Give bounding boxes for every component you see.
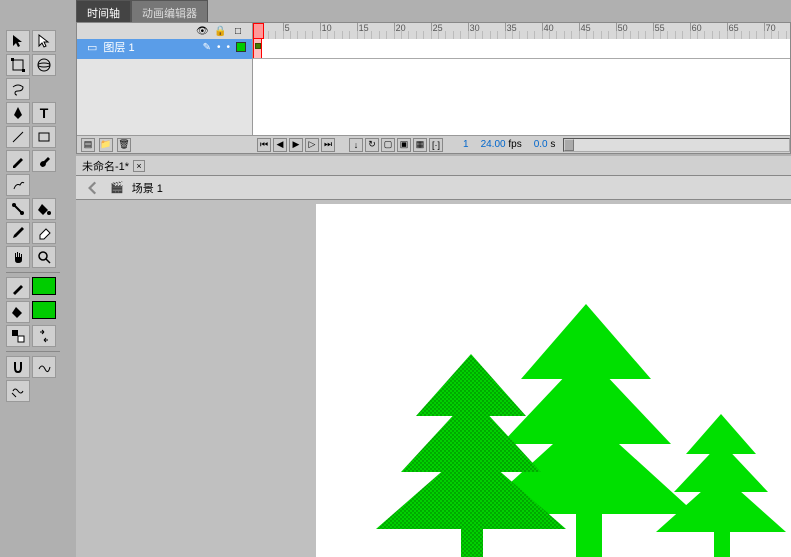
close-document-button[interactable]: × — [133, 160, 145, 172]
ruler-tick: 35 — [505, 23, 517, 39]
fps-value: 24.00 — [481, 139, 506, 150]
ruler-tick: 15 — [357, 23, 369, 39]
smooth-tool[interactable] — [32, 356, 56, 378]
document-tab-bar: 未命名-1* × — [76, 156, 791, 176]
tree-shape-front[interactable] — [376, 354, 566, 557]
black-white-tool[interactable] — [6, 325, 30, 347]
document-tab[interactable]: 未命名-1* — [82, 158, 129, 174]
timeline-scrollbar[interactable] — [563, 138, 790, 152]
lock-icon[interactable]: 🔒 — [214, 26, 226, 37]
tab-timeline[interactable]: 时间轴 — [76, 0, 131, 22]
play-button[interactable]: ▶ — [289, 138, 303, 152]
paint-bucket-tool[interactable] — [32, 198, 56, 220]
visibility-icon[interactable]: 👁 — [196, 26, 208, 37]
delete-layer-button[interactable]: 🗑 — [117, 138, 131, 152]
fill-color-swatch[interactable] — [32, 301, 56, 319]
ruler-tick: 50 — [616, 23, 628, 39]
prev-frame-button[interactable]: ◀ — [273, 138, 287, 152]
scene-name[interactable]: 场景 1 — [132, 180, 163, 196]
ruler-tick: 65 — [727, 23, 739, 39]
layer-frames[interactable] — [253, 39, 790, 59]
layer-name-label: 图层 1 — [103, 39, 134, 55]
ruler-tick: 70 — [764, 23, 776, 39]
stroke-color-icon[interactable] — [6, 277, 30, 299]
bone-tool[interactable] — [6, 198, 30, 220]
ruler-tick: 40 — [542, 23, 554, 39]
ruler-tick: 20 — [394, 23, 406, 39]
ruler-tick: 45 — [579, 23, 591, 39]
pen-tool[interactable] — [6, 102, 30, 124]
marker-button[interactable]: [·] — [429, 138, 443, 152]
new-layer-button[interactable]: ▤ — [81, 138, 95, 152]
ruler-tick: 10 — [320, 23, 332, 39]
line-tool[interactable] — [6, 126, 30, 148]
subselection-tool[interactable] — [32, 30, 56, 52]
hand-tool[interactable] — [6, 246, 30, 268]
first-frame-button[interactable]: ⏮ — [257, 138, 271, 152]
eraser-tool[interactable] — [32, 222, 56, 244]
onion-skin-button[interactable]: ▢ — [381, 138, 395, 152]
stage-area[interactable] — [76, 200, 791, 557]
timeline-footer: ▤ 📁 🗑 ⏮ ◀ ▶ ▷ ⏭ ↓ ↻ ▢ ▣ ▦ [·] 1 24.00 fp… — [77, 135, 790, 153]
layer-outline-box[interactable] — [236, 42, 246, 52]
selection-tool[interactable] — [6, 30, 30, 52]
scene-bar: 🎬 场景 1 — [76, 176, 791, 200]
deco-tool[interactable] — [6, 174, 30, 196]
eyedropper-tool[interactable] — [6, 222, 30, 244]
ruler-tick: 60 — [690, 23, 702, 39]
free-transform-tool[interactable] — [6, 54, 30, 76]
layer-icon: ▭ — [87, 41, 97, 54]
fps-label: fps — [508, 139, 521, 150]
rectangle-tool[interactable] — [32, 126, 56, 148]
ruler-tick: 30 — [468, 23, 480, 39]
layer-row[interactable]: ▭ 图层 1 ✎ • • — [77, 39, 790, 59]
new-folder-button[interactable]: 📁 — [99, 138, 113, 152]
loop-button[interactable]: ↻ — [365, 138, 379, 152]
center-frame-button[interactable]: ↓ — [349, 138, 363, 152]
tree-shape-small[interactable] — [656, 414, 786, 557]
tab-motion-editor[interactable]: 动画编辑器 — [131, 0, 208, 22]
playhead[interactable] — [253, 39, 262, 58]
text-tool[interactable]: T — [32, 102, 56, 124]
stroke-color-swatch[interactable] — [32, 277, 56, 295]
time-label: s — [550, 139, 555, 150]
3d-rotation-tool[interactable] — [32, 54, 56, 76]
time-value: 0.0 — [534, 139, 548, 150]
layer-vis-dot[interactable]: • — [217, 42, 221, 53]
back-button[interactable] — [84, 179, 102, 197]
last-frame-button[interactable]: ⏭ — [321, 138, 335, 152]
pencil-tool[interactable] — [6, 150, 30, 172]
panel-tabs: 时间轴 动画编辑器 — [76, 0, 208, 22]
fill-color-icon[interactable] — [6, 301, 30, 323]
frame-ruler[interactable]: 1510152025303540455055606570 — [253, 23, 790, 39]
outline-icon[interactable]: □ — [232, 26, 244, 37]
snap-tool[interactable] — [6, 356, 30, 378]
next-frame-button[interactable]: ▷ — [305, 138, 319, 152]
lasso-tool[interactable] — [6, 78, 30, 100]
ruler-tick: 5 — [283, 23, 290, 39]
ruler-tick: 55 — [653, 23, 665, 39]
edit-multi-button[interactable]: ▦ — [413, 138, 427, 152]
canvas[interactable] — [316, 204, 791, 557]
scene-icon: 🎬 — [110, 181, 124, 194]
zoom-tool[interactable] — [32, 246, 56, 268]
current-frame: 1 — [463, 139, 469, 150]
brush-tool[interactable] — [32, 150, 56, 172]
toolbox: T — [6, 30, 60, 404]
ruler-tick: 25 — [431, 23, 443, 39]
layer-edit-icon[interactable]: ✎ — [203, 42, 211, 53]
layer-lock-dot[interactable]: • — [226, 42, 230, 53]
straighten-tool[interactable] — [6, 380, 30, 402]
timeline-panel: 👁 🔒 □ 1510152025303540455055606570 ▭ 图层 … — [76, 22, 791, 154]
onion-outline-button[interactable]: ▣ — [397, 138, 411, 152]
swap-colors-tool[interactable] — [32, 325, 56, 347]
